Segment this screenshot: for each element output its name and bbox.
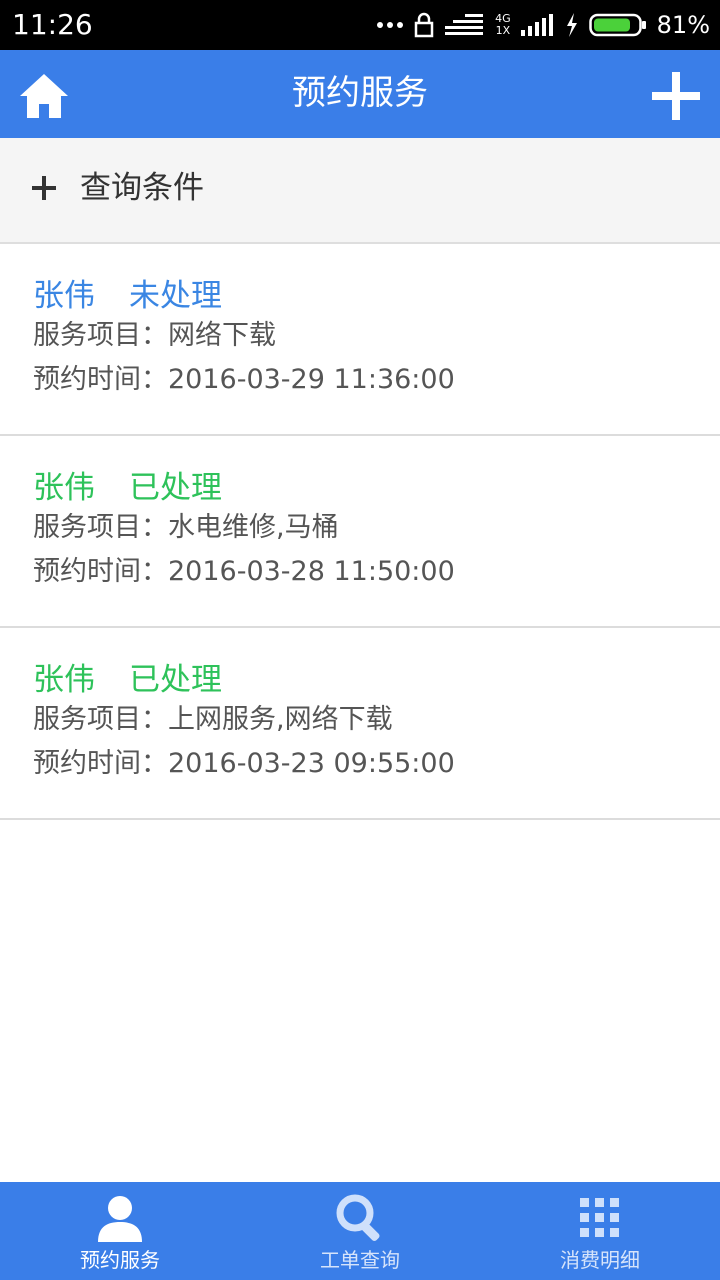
expand-plus-icon (32, 176, 56, 200)
battery-icon (588, 13, 646, 37)
appointment-time: 预约时间：2016-03-29 11:36:00 (33, 364, 455, 395)
signal-sim1-icon (445, 14, 484, 35)
appointment-header: 张伟 已处理 (33, 468, 222, 508)
bottom-nav: 预约服务 工单查询 消费明细 (0, 1182, 720, 1280)
app-bar: 预约服务 (0, 50, 720, 138)
appointment-header: 张伟 未处理 (33, 276, 222, 316)
status-badge: 已处理 (129, 470, 222, 506)
battery-percent: 81% (656, 11, 710, 39)
status-bar: 11:26 4G 1X 81% (0, 0, 720, 50)
search-icon (336, 1194, 380, 1242)
customer-name: 张伟 (33, 662, 95, 698)
appointment-list: 张伟 未处理 服务项目：网络下载 预约时间：2016-03-29 11:36:00… (0, 244, 720, 820)
query-conditions-label: 查询条件 (80, 170, 204, 206)
customer-name: 张伟 (33, 470, 95, 506)
appointment-header: 张伟 已处理 (33, 660, 222, 700)
lock-icon (414, 12, 434, 38)
person-icon (98, 1196, 142, 1242)
service-items: 服务项目：上网服务,网络下载 (33, 704, 393, 735)
signal-bars-icon (520, 14, 553, 36)
query-conditions-toggle[interactable]: 查询条件 (0, 138, 720, 244)
tab-appointment-service[interactable]: 预约服务 (0, 1182, 240, 1280)
status-time: 11:26 (12, 8, 93, 41)
status-badge: 已处理 (129, 662, 222, 698)
appointment-time: 预约时间：2016-03-23 09:55:00 (33, 748, 455, 779)
service-items: 服务项目：水电维修,马桶 (33, 512, 339, 543)
status-icons: 4G 1X 81% (377, 0, 710, 50)
add-appointment-button[interactable] (650, 70, 702, 122)
more-dots-icon (377, 22, 404, 28)
network-sub-label: 1X (495, 24, 511, 37)
appointment-item[interactable]: 张伟 未处理 服务项目：网络下载 预约时间：2016-03-29 11:36:00 (0, 244, 720, 436)
page-title: 预约服务 (292, 73, 428, 113)
tab-label: 消费明细 (560, 1248, 640, 1272)
tab-label: 工单查询 (320, 1248, 400, 1272)
customer-name: 张伟 (33, 278, 95, 314)
tab-consumption-details[interactable]: 消费明细 (480, 1182, 720, 1280)
grid-icon (580, 1198, 619, 1237)
charging-icon (566, 13, 577, 37)
screen: 11:26 4G 1X 81% 预约服务 查询条件 张伟 未处理 服务项目：网络… (0, 0, 720, 1280)
service-items: 服务项目：网络下载 (33, 320, 276, 351)
plus-icon (652, 72, 700, 120)
appointment-item[interactable]: 张伟 已处理 服务项目：上网服务,网络下载 预约时间：2016-03-23 09:… (0, 628, 720, 820)
network-type: 4G 1X (495, 13, 511, 37)
tab-label: 预约服务 (80, 1248, 160, 1272)
tab-work-order-query[interactable]: 工单查询 (240, 1182, 480, 1280)
appointment-item[interactable]: 张伟 已处理 服务项目：水电维修,马桶 预约时间：2016-03-28 11:50… (0, 436, 720, 628)
appointment-time: 预约时间：2016-03-28 11:50:00 (33, 556, 455, 587)
status-badge: 未处理 (129, 278, 222, 314)
